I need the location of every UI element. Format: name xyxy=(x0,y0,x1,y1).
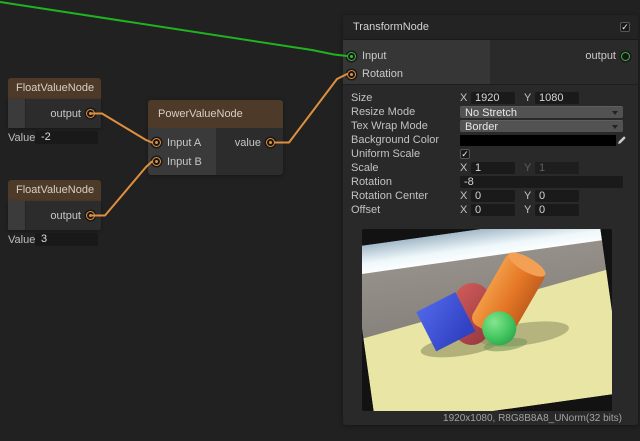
eyedropper-icon[interactable] xyxy=(616,135,628,146)
port-dot xyxy=(89,214,92,217)
port-dot xyxy=(269,141,272,144)
port-dot xyxy=(350,55,353,58)
input-b-port[interactable] xyxy=(152,157,161,166)
size-x-field[interactable]: 1920 xyxy=(471,92,515,104)
node-title: FloatValueNode xyxy=(16,82,94,94)
port-dot xyxy=(155,141,158,144)
value-label: Value xyxy=(8,132,35,144)
preview-status-text: 1920x1080, R8G8B8A8_UNorm(32 bits) xyxy=(443,413,622,424)
scale-label: Scale xyxy=(351,162,460,174)
rotation-center-y-field[interactable]: 0 xyxy=(535,190,579,202)
offset-row: Offset X 0 Y 0 xyxy=(343,203,638,217)
power-value-node[interactable]: PowerValueNode Input A Input B value xyxy=(148,100,283,175)
uniform-scale-row: Uniform Scale ✓ xyxy=(343,147,638,161)
rotation-port[interactable] xyxy=(347,70,356,79)
node-title: FloatValueNode xyxy=(16,184,94,196)
resize-mode-row: Resize Mode No Stretch xyxy=(343,105,638,119)
resize-mode-dropdown[interactable]: No Stretch xyxy=(460,106,623,118)
output-port-label: output xyxy=(50,210,81,222)
tex-wrap-mode-value: Border xyxy=(465,121,498,133)
inputs-panel: Input Rotation xyxy=(343,40,490,84)
value-port-label: value xyxy=(235,137,261,149)
offset-y-field[interactable]: 0 xyxy=(535,204,579,216)
outputs-panel: output xyxy=(490,40,638,84)
port-dot xyxy=(89,112,92,115)
uniform-scale-label: Uniform Scale xyxy=(351,148,460,160)
wire-power-to-rotation[interactable] xyxy=(275,74,347,143)
background-color-row: Background Color xyxy=(343,133,638,147)
size-label: Size xyxy=(351,92,460,104)
wire-green-input[interactable] xyxy=(0,2,347,56)
background-color-swatch[interactable] xyxy=(460,135,616,146)
scale-row: Scale X 1 Y 1 xyxy=(343,161,638,175)
y-axis-label: Y xyxy=(524,204,531,216)
node-header[interactable]: PowerValueNode xyxy=(148,100,283,128)
input-a-label: Input A xyxy=(167,137,201,149)
value-field[interactable]: 3 xyxy=(35,233,98,246)
node-title: PowerValueNode xyxy=(158,108,243,120)
input-port-label: Input xyxy=(362,50,386,62)
node-graph-canvas[interactable]: FloatValueNode output Value -2 FloatValu… xyxy=(0,0,640,441)
y-axis-label: Y xyxy=(524,190,531,202)
value-label: Value xyxy=(8,234,35,246)
rotation-row: Rotation -8 xyxy=(343,175,638,189)
float-value-node-2[interactable]: FloatValueNode output Value 3 xyxy=(8,180,101,246)
rotation-field[interactable]: -8 xyxy=(460,176,623,188)
node-header[interactable]: FloatValueNode xyxy=(8,180,101,201)
offset-x-field[interactable]: 0 xyxy=(471,204,515,216)
output-port[interactable] xyxy=(86,211,95,220)
input-b-label: Input B xyxy=(167,156,202,168)
inputs-panel: Input A Input B xyxy=(148,128,216,175)
resize-mode-label: Resize Mode xyxy=(351,106,460,118)
x-axis-label: X xyxy=(460,190,467,202)
input-a-port[interactable] xyxy=(152,138,161,147)
node-body: output xyxy=(8,99,101,128)
node-preview-chip xyxy=(8,99,26,128)
uniform-scale-checkbox[interactable]: ✓ xyxy=(460,149,470,159)
scale-x-field[interactable]: 1 xyxy=(471,162,515,174)
y-axis-label: Y xyxy=(524,162,531,174)
x-axis-label: X xyxy=(460,92,467,104)
offset-label: Offset xyxy=(351,204,460,216)
node-title: TransformNode xyxy=(353,21,429,33)
size-y-field[interactable]: 1080 xyxy=(535,92,579,104)
dropdown-arrow-icon xyxy=(612,111,618,115)
tex-wrap-mode-label: Tex Wrap Mode xyxy=(351,120,460,132)
dropdown-arrow-icon xyxy=(612,125,618,129)
preview-render xyxy=(362,229,612,411)
y-axis-label: Y xyxy=(524,92,531,104)
node-preview-chip xyxy=(8,201,26,230)
output-port[interactable] xyxy=(621,52,630,61)
size-row: Size X 1920 Y 1080 xyxy=(343,91,638,105)
value-output-port[interactable] xyxy=(266,138,275,147)
rotation-center-label: Rotation Center xyxy=(351,190,460,202)
tex-wrap-mode-dropdown[interactable]: Border xyxy=(460,120,623,132)
output-port-label: output xyxy=(585,50,616,62)
x-axis-label: X xyxy=(460,204,467,216)
float-value-node-1[interactable]: FloatValueNode output Value -2 xyxy=(8,78,101,144)
rotation-center-x-field[interactable]: 0 xyxy=(471,190,515,202)
preview-viewport xyxy=(362,229,612,411)
node-header[interactable]: TransformNode ✓ xyxy=(343,15,638,40)
port-dot xyxy=(350,73,353,76)
outputs-panel: value xyxy=(216,128,283,175)
rotation-center-row: Rotation Center X 0 Y 0 xyxy=(343,189,638,203)
x-axis-label: X xyxy=(460,162,467,174)
port-dot xyxy=(155,160,158,163)
value-field[interactable]: -2 xyxy=(35,131,98,144)
input-port[interactable] xyxy=(347,52,356,61)
resize-mode-value: No Stretch xyxy=(465,107,517,119)
node-body: output xyxy=(8,201,101,230)
output-port-label: output xyxy=(50,108,81,120)
node-header[interactable]: FloatValueNode xyxy=(8,78,101,99)
rotation-label: Rotation xyxy=(351,176,460,188)
output-port[interactable] xyxy=(86,109,95,118)
tex-wrap-mode-row: Tex Wrap Mode Border xyxy=(343,119,638,133)
scale-y-field: 1 xyxy=(535,162,579,174)
properties-panel: Size X 1920 Y 1080 Resize Mode No Stretc… xyxy=(343,85,638,217)
transform-node[interactable]: TransformNode ✓ Input Rotation output xyxy=(343,15,638,425)
rotation-port-label: Rotation xyxy=(362,68,403,80)
node-enabled-checkbox[interactable]: ✓ xyxy=(620,22,630,32)
background-color-label: Background Color xyxy=(351,134,460,146)
